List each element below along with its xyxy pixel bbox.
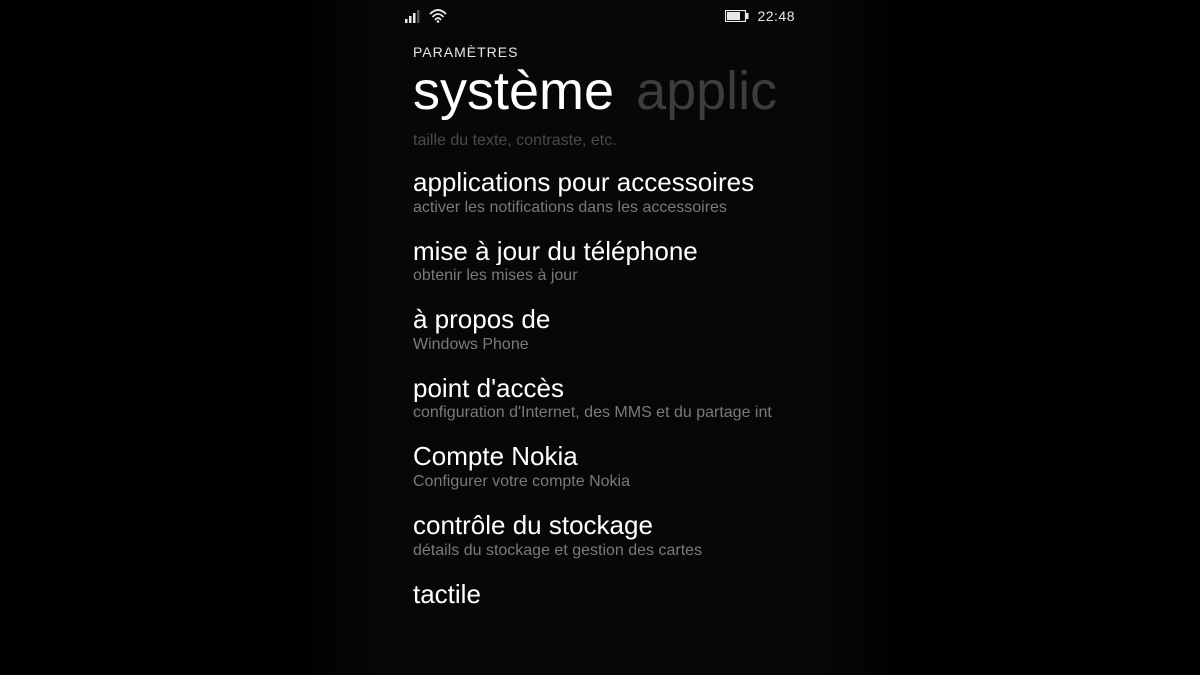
status-clock: 22:48: [757, 8, 795, 24]
bg-gradient-right: [805, 0, 1200, 675]
list-item-subtitle: configuration d'Internet, des MMS et du …: [413, 404, 787, 422]
list-item-title: applications pour accessoires: [413, 168, 787, 197]
list-item-title: point d'accès: [413, 374, 787, 403]
signal-icon: [405, 9, 421, 23]
list-item-partial-sub: taille du texte, contraste, etc.: [413, 132, 787, 150]
stage: 22:48 PARAMÈTRES système applic taille d…: [0, 0, 1200, 675]
list-item-subtitle: Configurer votre compte Nokia: [413, 473, 787, 491]
wifi-icon: [429, 9, 447, 23]
list-item-title: contrôle du stockage: [413, 511, 787, 540]
header: PARAMÈTRES système applic: [395, 30, 805, 122]
list-item-storage-check[interactable]: contrôle du stockage détails du stockage…: [413, 511, 787, 560]
list-item-title: Compte Nokia: [413, 442, 787, 471]
pivot[interactable]: système applic: [413, 60, 787, 122]
list-item-subtitle: Windows Phone: [413, 336, 787, 354]
list-item-subtitle: obtenir les mises à jour: [413, 267, 787, 285]
list-item-subtitle: détails du stockage et gestion des carte…: [413, 542, 787, 560]
bg-gradient-left: [0, 0, 395, 675]
pivot-tab-system[interactable]: système: [413, 60, 614, 122]
list-item-subtitle: activer les notifications dans les acces…: [413, 199, 787, 217]
list-item-about[interactable]: à propos de Windows Phone: [413, 305, 787, 354]
settings-list[interactable]: taille du texte, contraste, etc. applica…: [395, 122, 805, 608]
pivot-tab-applications[interactable]: applic: [636, 60, 777, 122]
list-item-title: tactile: [413, 580, 787, 609]
status-bar: 22:48: [395, 0, 805, 30]
list-item-nokia-account[interactable]: Compte Nokia Configurer votre compte Nok…: [413, 442, 787, 491]
list-item-access-point[interactable]: point d'accès configuration d'Internet, …: [413, 374, 787, 423]
battery-icon: [725, 10, 749, 22]
list-item-touch[interactable]: tactile: [413, 580, 787, 609]
phone-screen: 22:48 PARAMÈTRES système applic taille d…: [395, 0, 805, 675]
list-item-title: mise à jour du téléphone: [413, 237, 787, 266]
list-item-accessory-apps[interactable]: applications pour accessoires activer le…: [413, 168, 787, 217]
list-item-phone-update[interactable]: mise à jour du téléphone obtenir les mis…: [413, 237, 787, 286]
breadcrumb: PARAMÈTRES: [413, 44, 787, 60]
list-item-title: à propos de: [413, 305, 787, 334]
